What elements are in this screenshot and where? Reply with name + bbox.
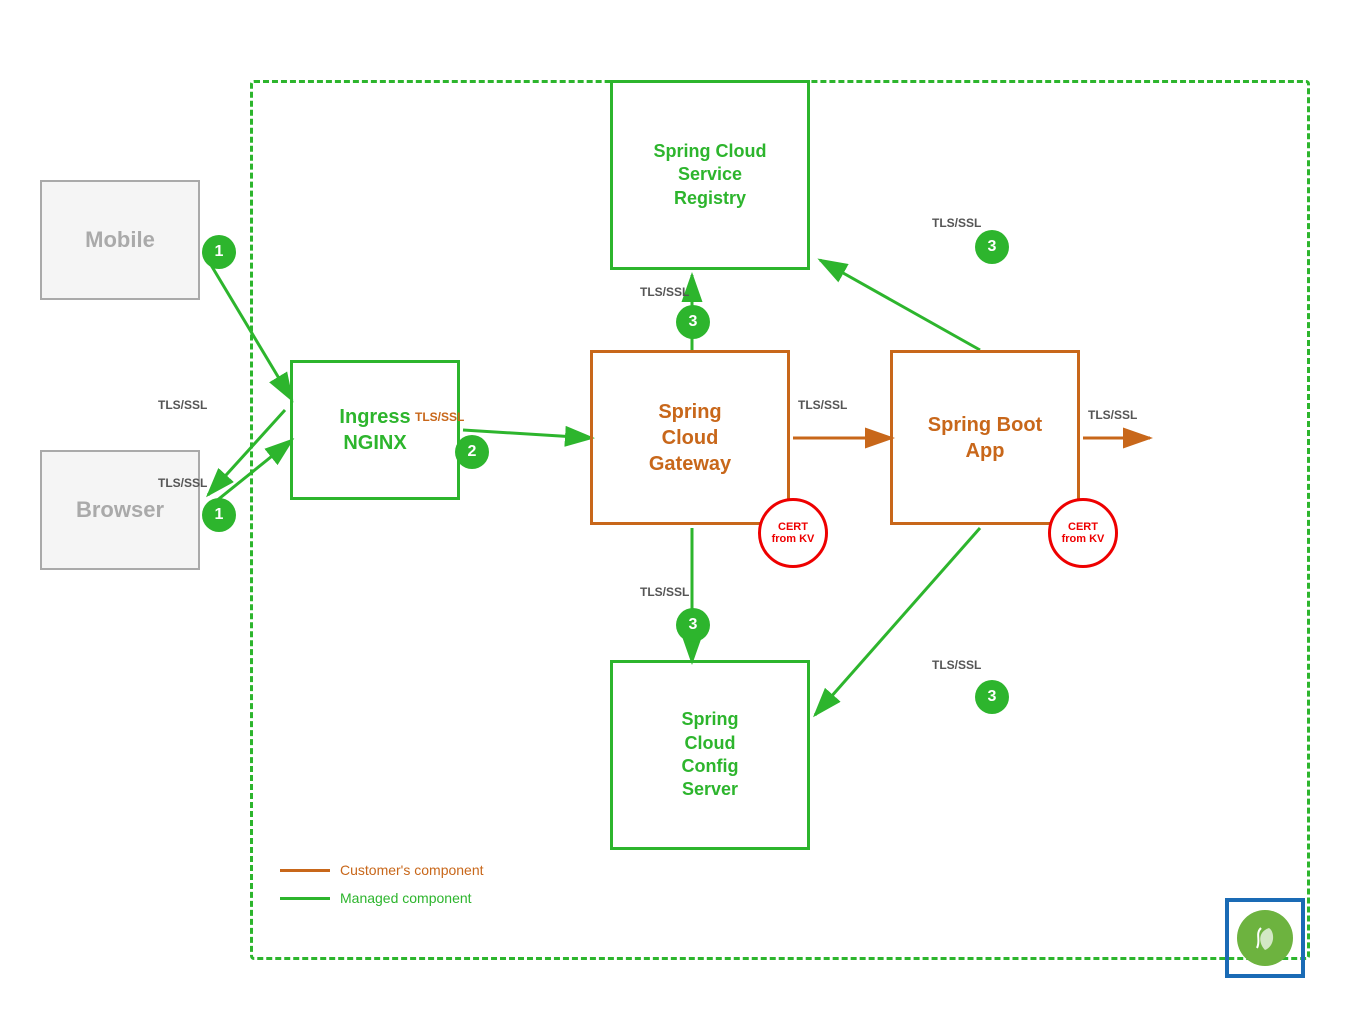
badge-3d: 3: [975, 680, 1009, 714]
mobile-label: Mobile: [85, 226, 155, 255]
springboot-box: Spring Boot App: [890, 350, 1080, 525]
registry-label: Spring Cloud Service Registry: [654, 140, 767, 210]
registry-box: Spring Cloud Service Registry: [610, 80, 810, 270]
nginx-box: Ingress NGINX: [290, 360, 460, 500]
springboot-label: Spring Boot App: [928, 412, 1042, 464]
tls-label-3b: TLS/SSL: [640, 585, 689, 599]
config-box: Spring Cloud Config Server: [610, 660, 810, 850]
tls-label-3c: TLS/SSL: [932, 216, 981, 230]
badge-2: 2: [455, 435, 489, 469]
cert-label-4: CERTfrom KV: [772, 521, 815, 545]
spring-logo: [1225, 898, 1305, 978]
tls-label-1b: TLS/SSL: [158, 476, 207, 490]
badge-1b: 1: [202, 498, 236, 532]
legend-line-managed: [280, 897, 330, 900]
badge-1a: 1: [202, 235, 236, 269]
cert-label-5: CERTfrom KV: [1062, 521, 1105, 545]
tls-label-3d: TLS/SSL: [932, 658, 981, 672]
tls-label-5: TLS/SSL: [1088, 408, 1137, 422]
cert-circle-5: CERTfrom KV: [1048, 498, 1118, 568]
tls-label-2: TLS/SSL: [415, 410, 464, 424]
diagram-container: Mobile Browser Ingress NGINX Spring Clou…: [20, 20, 1335, 1008]
legend-customer-label: Customer's component: [340, 862, 484, 878]
tls-label-4: TLS/SSL: [798, 398, 847, 412]
legend-customer: Customer's component: [280, 862, 484, 878]
legend-line-customer: [280, 869, 330, 872]
legend: Customer's component Managed component: [280, 862, 484, 918]
tls-label-3a: TLS/SSL: [640, 285, 689, 299]
browser-box: Browser: [40, 450, 200, 570]
tls-label-1a: TLS/SSL: [158, 398, 207, 412]
browser-label: Browser: [76, 496, 164, 525]
config-label: Spring Cloud Config Server: [682, 708, 739, 802]
spring-logo-outer: [1225, 898, 1305, 978]
nginx-label: Ingress NGINX: [339, 404, 410, 456]
badge-3a: 3: [676, 305, 710, 339]
legend-managed: Managed component: [280, 890, 484, 906]
badge-3b: 3: [676, 608, 710, 642]
spring-leaf-icon: [1247, 920, 1283, 956]
gateway-label: Spring Cloud Gateway: [649, 399, 731, 477]
mobile-box: Mobile: [40, 180, 200, 300]
cert-circle-4: CERTfrom KV: [758, 498, 828, 568]
badge-3c: 3: [975, 230, 1009, 264]
spring-logo-inner: [1237, 910, 1293, 966]
legend-managed-label: Managed component: [340, 890, 472, 906]
gateway-box: Spring Cloud Gateway: [590, 350, 790, 525]
